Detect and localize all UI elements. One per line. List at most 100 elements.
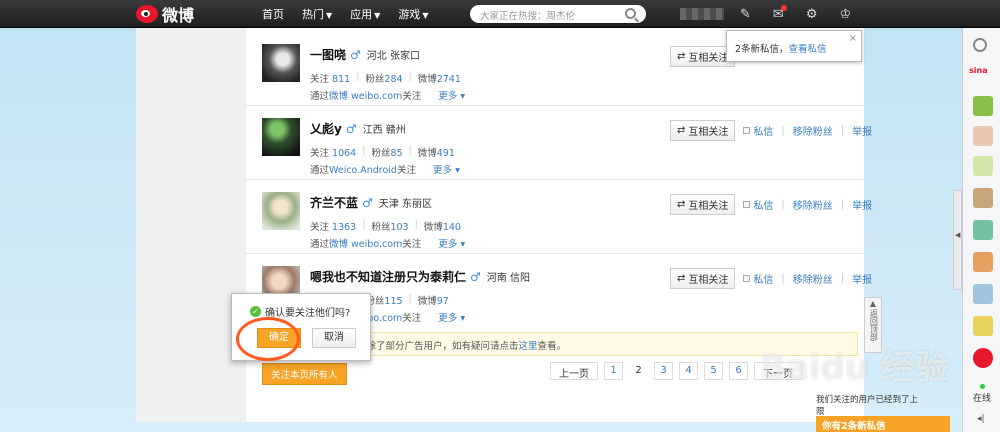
online-status[interactable]: 在线 <box>963 384 1000 404</box>
confirm-cancel-button[interactable]: 取消 <box>312 328 356 348</box>
user-name[interactable]: 乂彪y <box>310 120 342 137</box>
avatar[interactable] <box>262 44 300 82</box>
fans-count: 115 <box>384 296 403 307</box>
divider: | <box>840 199 845 210</box>
fans-label: 粉丝 <box>371 222 391 233</box>
search-icon[interactable] <box>973 38 987 52</box>
new-message-bar[interactable]: 你有2条新私信 <box>816 416 950 432</box>
message-icon <box>743 127 751 134</box>
page-link-3[interactable]: 3 <box>654 362 673 380</box>
avatar[interactable] <box>262 192 300 230</box>
report-link[interactable]: 举报 <box>852 123 872 138</box>
prev-page-button[interactable]: 上一页 <box>550 362 598 380</box>
avatar[interactable] <box>973 316 993 336</box>
avatar[interactable] <box>973 252 993 272</box>
report-link[interactable]: 举报 <box>852 271 872 286</box>
page-link-1[interactable]: 1 <box>604 362 623 380</box>
notice-link[interactable]: 这里 <box>519 341 538 352</box>
row-actions: ⇄ 互相关注 私信 | 移除粉丝 | 举报 <box>670 194 872 215</box>
avatar[interactable] <box>973 284 993 304</box>
blurred-username[interactable] <box>680 8 724 20</box>
crown-icon[interactable]: ♔ <box>839 7 851 22</box>
weibo-stat[interactable]: 微博491 <box>418 145 455 159</box>
follow-stat[interactable]: 关注 811 <box>310 71 350 85</box>
weibo-logo[interactable]: 微博 <box>136 4 194 25</box>
remove-fan-link[interactable]: 移除粉丝 <box>793 123 833 138</box>
confirm-text: 确认要关注他们吗? <box>265 308 351 319</box>
user-name[interactable]: 齐兰不蓝 <box>310 194 358 211</box>
report-link[interactable]: 举报 <box>852 197 872 212</box>
avatar[interactable] <box>973 156 993 176</box>
weibo-count: 97 <box>436 296 449 307</box>
fans-stat[interactable]: 粉丝284 <box>365 71 402 85</box>
notice-suffix: 查看。 <box>537 341 567 352</box>
user-location: 天津 东丽区 <box>378 199 432 210</box>
sina-icon[interactable]: sina <box>969 66 988 75</box>
row-actions: ⇄ 互相关注 私信 | 移除粉丝 | 举报 <box>670 268 872 289</box>
avatar[interactable] <box>262 118 300 156</box>
more-dropdown[interactable]: 更多 ▾ <box>438 91 465 102</box>
chevron-down-icon: ▼ <box>422 11 429 20</box>
view-messages-link[interactable]: 查看私信 <box>789 44 827 55</box>
page-link-4[interactable]: 4 <box>679 362 698 380</box>
nav-apps[interactable]: 应用 ▼ <box>350 6 380 22</box>
baidu-watermark: Baidu 经验 <box>760 348 949 388</box>
private-message-link[interactable]: 私信 <box>743 271 773 286</box>
mutual-label: 互相关注 <box>688 53 729 64</box>
via-source-link[interactable]: 微博 weibo.com <box>329 239 402 250</box>
divider: | <box>408 71 412 82</box>
avatar[interactable] <box>973 96 993 116</box>
private-message-link[interactable]: 私信 <box>743 123 773 138</box>
divider: | <box>781 273 785 284</box>
fans-stat[interactable]: 粉丝103 <box>371 219 408 233</box>
more-dropdown[interactable]: 更多 ▾ <box>433 165 460 176</box>
mutual-follow-button[interactable]: ⇄ 互相关注 <box>670 120 736 141</box>
nav-hot[interactable]: 热门 ▼ <box>302 6 332 22</box>
search-placeholder: 大家正在热搜：周杰伦 <box>480 11 576 22</box>
mutual-follow-button[interactable]: ⇄ 互相关注 <box>670 194 736 215</box>
via-source-link[interactable]: 微博 weibo.com <box>329 91 402 102</box>
via-prefix: 通过 <box>310 239 330 250</box>
weibo-stat[interactable]: 微博140 <box>424 219 461 233</box>
weibo-eye-icon[interactable] <box>973 348 993 368</box>
avatar[interactable] <box>973 188 993 208</box>
arrow-left-icon[interactable]: ◂| <box>977 414 985 424</box>
follow-count: 811 <box>332 74 351 85</box>
close-icon[interactable]: × <box>849 33 857 44</box>
fans-label: 粉丝 <box>371 148 391 159</box>
avatar[interactable] <box>973 220 993 240</box>
follow-all-button[interactable]: 关注本页所有人 <box>262 363 347 385</box>
more-label: 更多 <box>438 239 458 250</box>
divider: | <box>781 125 785 136</box>
message-icon <box>743 275 751 282</box>
follow-stat[interactable]: 关注 1064 <box>310 145 356 159</box>
remove-fan-link[interactable]: 移除粉丝 <box>793 271 833 286</box>
user-name[interactable]: 一图哓 <box>310 46 346 63</box>
fans-label: 粉丝 <box>365 74 385 85</box>
avatar[interactable] <box>973 126 993 146</box>
weibo-stat[interactable]: 微博2741 <box>418 71 461 85</box>
follow-label: 关注 <box>310 148 330 159</box>
page-link-6[interactable]: 6 <box>729 362 748 380</box>
search-icon[interactable] <box>625 8 636 19</box>
follow-label: 关注 <box>310 222 330 233</box>
message-icon[interactable]: ✉ <box>773 4 787 22</box>
search-input[interactable]: 大家正在热搜：周杰伦 <box>470 5 646 23</box>
message-label: 私信 <box>753 275 774 286</box>
nav-games[interactable]: 游戏 ▼ <box>398 6 428 22</box>
dock-collapse-tab[interactable]: ◀ <box>953 190 962 290</box>
remove-fan-link[interactable]: 移除粉丝 <box>793 197 833 212</box>
edit-icon[interactable]: ✎ <box>740 7 751 22</box>
mutual-follow-button[interactable]: ⇄ 互相关注 <box>670 268 736 289</box>
gear-icon[interactable]: ⚙ <box>806 7 818 22</box>
more-dropdown[interactable]: 更多 ▾ <box>438 313 465 324</box>
via-source-link[interactable]: Weico.Android <box>329 165 397 176</box>
user-name[interactable]: 嗯我也不知道注册只为泰莉仁 <box>310 268 466 285</box>
fans-stat[interactable]: 粉丝85 <box>371 145 402 159</box>
weibo-stat[interactable]: 微博97 <box>418 293 449 307</box>
follow-stat[interactable]: 关注 1363 <box>310 219 356 233</box>
nav-home[interactable]: 首页 <box>262 6 284 22</box>
page-link-5[interactable]: 5 <box>704 362 723 380</box>
private-message-link[interactable]: 私信 <box>743 197 773 212</box>
more-dropdown[interactable]: 更多 ▾ <box>438 239 465 250</box>
